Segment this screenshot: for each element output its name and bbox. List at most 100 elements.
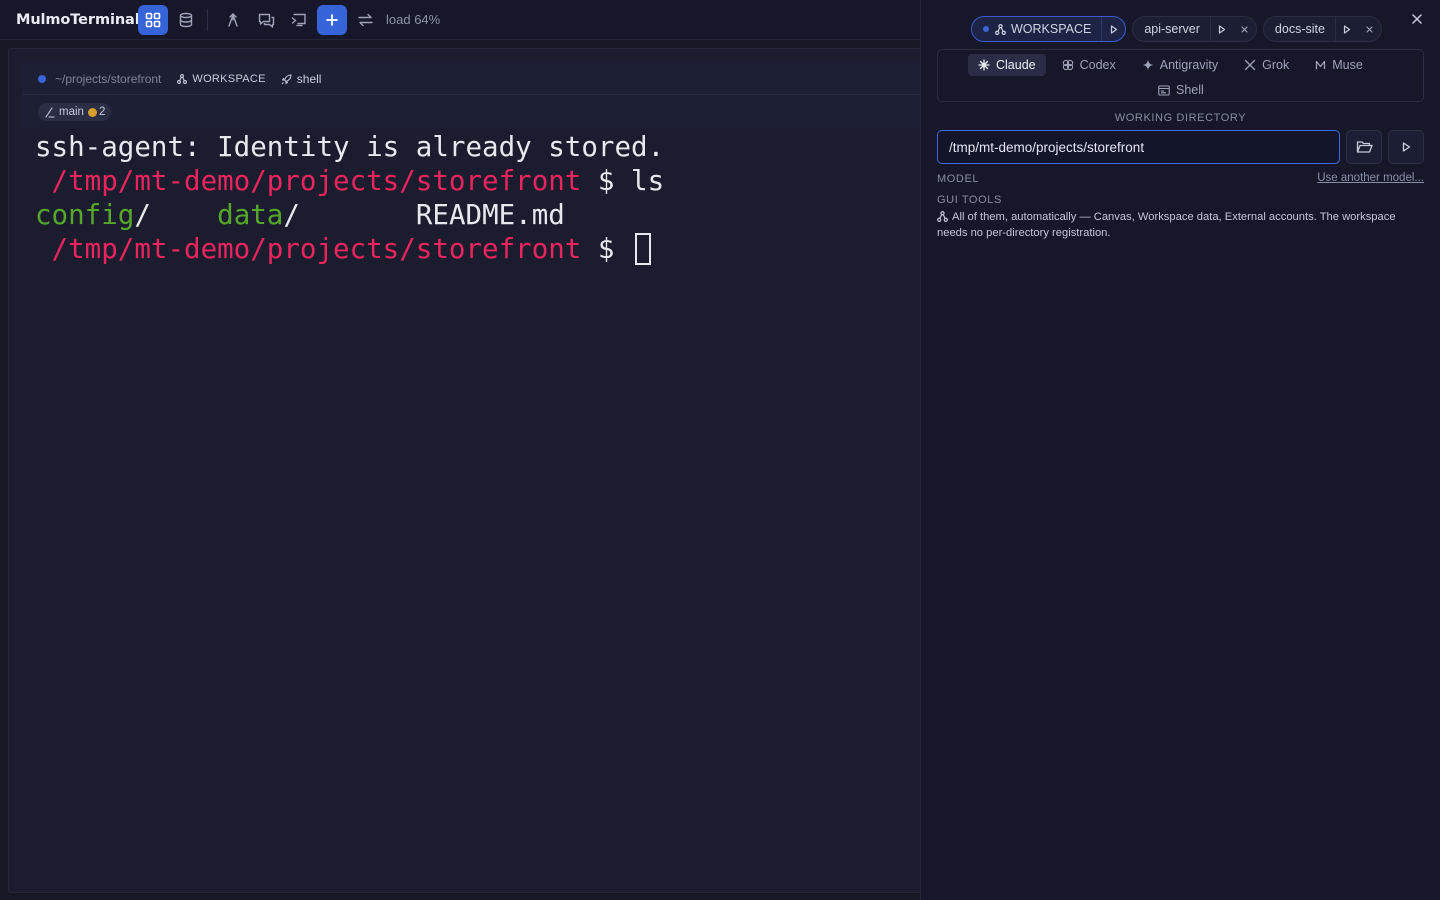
plus-icon	[326, 13, 338, 26]
database-icon	[179, 12, 193, 27]
agent-selector: Claude Codex Antigravity Grok Muse Shell	[937, 49, 1424, 102]
folder-open-icon	[1356, 141, 1373, 153]
branch-changes-count: 2	[98, 106, 106, 118]
agent-label: Antigravity	[1159, 58, 1219, 72]
dir-entry-config: config	[35, 199, 135, 231]
file-entry-readme: README.md	[415, 199, 565, 231]
launch-api-server-button[interactable]	[1209, 17, 1234, 41]
start-session-button[interactable]	[1388, 130, 1424, 164]
session-tab-label: docs-site	[1274, 22, 1325, 36]
terminal-window-icon	[1158, 84, 1170, 96]
model-label: MODEL	[937, 173, 980, 185]
gui-tools-text: All of them, automatically — Canvas, Wor…	[937, 211, 1396, 239]
remove-api-server-button[interactable]	[1234, 17, 1256, 41]
toolbar-divider	[207, 8, 208, 31]
workspace-tag-label: WORKSPACE	[192, 73, 266, 85]
workspace-tag: WORKSPACE	[177, 73, 265, 85]
play-icon	[1110, 24, 1117, 34]
launch-docs-site-button[interactable]	[1334, 17, 1359, 41]
gui-tools-description: All of them, automatically — Canvas, Wor…	[937, 209, 1427, 241]
branch-up-icon	[228, 12, 238, 27]
play-icon	[1402, 142, 1410, 152]
agent-label: Codex	[1079, 58, 1116, 72]
agent-label: Shell	[1176, 83, 1204, 97]
branch-name: main	[59, 106, 84, 118]
session-tab-api-server[interactable]: api-server	[1132, 16, 1257, 42]
play-icon	[1219, 24, 1226, 34]
launch-workspace-button[interactable]	[1101, 17, 1125, 41]
agent-label: Muse	[1332, 58, 1363, 72]
agent-option-muse[interactable]: Muse	[1305, 54, 1373, 76]
app-title: MulmoTerminal	[16, 11, 140, 28]
grok-x-icon	[1244, 59, 1256, 71]
shell-tag-label: shell	[296, 72, 322, 86]
rocket-icon	[281, 73, 292, 84]
git-branch-badge[interactable]: main 2	[38, 103, 112, 121]
agent-option-codex[interactable]: Codex	[1052, 54, 1126, 76]
play-icon	[1344, 24, 1351, 34]
session-tab-docs-site[interactable]: docs-site	[1262, 16, 1382, 42]
workspace-icon	[995, 23, 1006, 35]
swap-icon	[357, 13, 373, 26]
agent-label: Grok	[1262, 58, 1290, 72]
changes-dot	[87, 107, 97, 117]
close-icon	[1241, 25, 1249, 33]
database-button[interactable]	[171, 5, 201, 35]
codex-knot-icon	[1062, 59, 1073, 71]
session-tab-label: api-server	[1144, 22, 1200, 36]
dir-slash: /	[283, 199, 300, 231]
close-icon	[1412, 14, 1422, 24]
command-text: ls	[631, 165, 665, 197]
dir-slash: /	[134, 199, 151, 231]
workspace-icon	[177, 74, 188, 84]
prompt-sign: $	[581, 233, 632, 265]
remove-docs-site-button[interactable]	[1359, 17, 1381, 41]
browse-folder-button[interactable]	[1346, 130, 1382, 164]
header-divider	[22, 94, 920, 95]
working-directory-label: WORKING DIRECTORY	[1114, 112, 1247, 124]
agent-option-shell[interactable]: Shell	[1148, 79, 1214, 101]
session-dot	[983, 26, 989, 32]
session-tabs: WORKSPACE api-server docs-site	[971, 16, 1382, 42]
terminal-path: ~/projects/storefront	[55, 72, 162, 86]
session-tab-label: WORKSPACE	[1011, 22, 1092, 36]
prompt-sign: $	[581, 165, 632, 197]
agent-label: Claude	[996, 58, 1036, 72]
terminal-cursor	[635, 233, 652, 265]
git-branch-icon	[45, 106, 55, 118]
agent-option-antigravity[interactable]: Antigravity	[1132, 54, 1228, 76]
shell-tag: shell	[281, 72, 322, 86]
muse-m-icon	[1316, 60, 1326, 69]
terminal-header: ~/projects/storefront WORKSPACE shell ma…	[22, 62, 920, 128]
swap-button[interactable]	[350, 5, 380, 35]
working-directory-input[interactable]	[937, 130, 1340, 164]
dir-entry-data: data	[217, 199, 284, 231]
terminal-switch-icon	[291, 13, 306, 26]
close-icon	[1366, 25, 1374, 33]
session-tab-workspace[interactable]: WORKSPACE	[971, 16, 1127, 42]
terminal-output[interactable]: ssh-agent: Identity is already stored. /…	[35, 130, 664, 266]
use-another-model-link[interactable]: Use another model...	[1317, 172, 1424, 184]
gui-tools-label: GUI TOOLS	[937, 194, 1002, 206]
terminal-line: ssh-agent: Identity is already stored.	[35, 131, 665, 163]
branch-up-button[interactable]	[218, 5, 248, 35]
new-session-panel: WORKSPACE api-server docs-site Claude Co…	[920, 0, 1440, 900]
load-indicator: load 64%	[386, 12, 441, 27]
chat-button[interactable]	[251, 5, 281, 35]
top-bar: MulmoTerminal load 64%	[0, 0, 920, 40]
workspace-icon	[937, 211, 948, 222]
agent-option-grok[interactable]: Grok	[1234, 54, 1299, 76]
new-session-button[interactable]	[317, 4, 347, 35]
grid-icon	[145, 12, 161, 27]
claude-spark-icon	[978, 59, 990, 71]
terminal-switch-button[interactable]	[284, 5, 314, 35]
close-panel-button[interactable]	[1408, 10, 1426, 28]
grid-view-button[interactable]	[138, 4, 168, 35]
sparkle-icon	[1142, 59, 1154, 71]
prompt-path: /tmp/mt-demo/projects/storefront	[35, 165, 582, 197]
agent-option-claude[interactable]: Claude	[968, 54, 1046, 76]
chat-icon	[258, 13, 274, 28]
prompt-path: /tmp/mt-demo/projects/storefront	[35, 233, 582, 265]
